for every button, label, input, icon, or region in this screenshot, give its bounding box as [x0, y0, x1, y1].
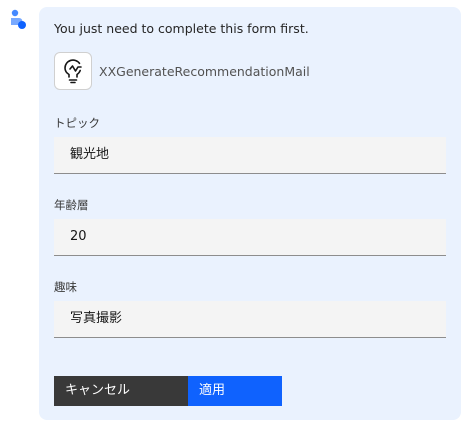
hobby-input[interactable]: 写真撮影 [54, 301, 446, 338]
assistant-avatar-icon [7, 8, 29, 30]
lightbulb-icon [54, 52, 92, 90]
topic-input[interactable]: 観光地 [54, 137, 446, 174]
assistant-message-card: You just need to complete this form firs… [39, 7, 461, 420]
age-group-input[interactable]: 20 [54, 219, 446, 256]
intro-text: You just need to complete this form firs… [54, 21, 309, 36]
topic-label: トピック [54, 116, 100, 130]
tool-name: XXGenerateRecommendationMail [99, 63, 310, 79]
age-group-label: 年齢層 [54, 198, 89, 212]
tool-header: XXGenerateRecommendationMail [54, 52, 310, 90]
cancel-button[interactable]: キャンセル [54, 376, 188, 406]
apply-button[interactable]: 適用 [188, 376, 282, 406]
hobby-label: 趣味 [54, 280, 77, 294]
